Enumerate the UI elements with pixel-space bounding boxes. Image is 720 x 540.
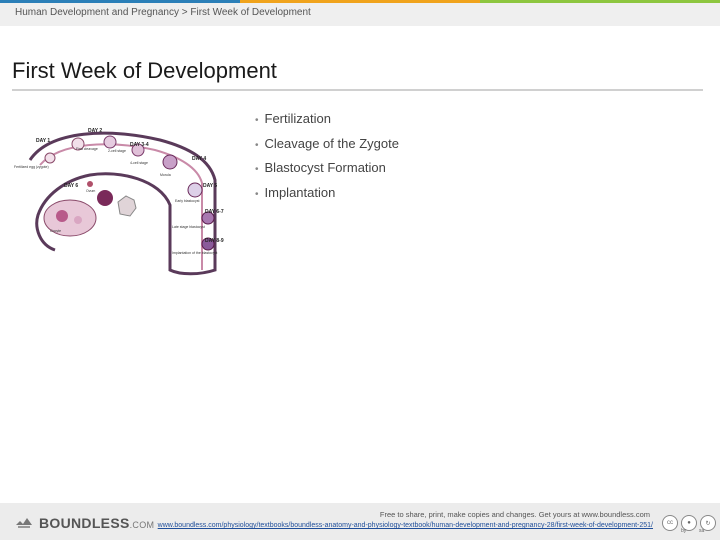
label-fertilized: Fertilized egg (zygote) [14,165,49,169]
header-stripe-green [480,0,720,3]
label-day6: DAY 6 [64,183,78,189]
label-day34: DAY 3-4 [130,142,149,148]
source-link[interactable]: www.boundless.com/physiology/textbooks/b… [133,521,653,531]
label-oocyte: Oocyte [50,229,61,233]
label-day67: DAY 6-7 [205,209,224,215]
label-morula: Morula [160,173,171,177]
bullet-text: Fertilization [264,111,331,126]
list-item: • Blastocyst Formation [255,158,399,183]
label-late-blastocyst: Late stage blastocyst [172,225,205,229]
label-day89: DAY 8-9 [205,238,224,244]
by-label: by [681,528,687,534]
label-implantation: Implantation of the blastocyst [172,251,217,255]
morula-cell [162,154,178,170]
label-ovum: Ovum [86,189,95,193]
breadcrumb: Human Development and Pregnancy > First … [15,7,311,18]
bullet-text: Blastocyst Formation [264,160,386,175]
first-week-diagram: DAY 1 DAY 2 DAY 3-4 DAY 4 DAY 5 DAY 6 DA… [14,128,224,276]
bullet-text: Implantation [264,184,336,200]
list-item: • Fertilization [255,109,399,134]
follicle-2 [74,216,82,224]
bullet-icon: • [255,139,259,151]
bullet-text: Cleavage of the Zygote [264,135,399,151]
label-day4: DAY 4 [192,156,206,162]
license-notice: Free to share, print, make copies and ch… [379,510,650,519]
label-day5: DAY 5 [203,183,217,189]
cc-icon: cc [662,515,678,531]
header-stripe-orange [240,0,480,3]
title-divider [12,89,703,91]
cc-license-badge[interactable]: cc ● ↻ by sa [662,515,716,534]
early-blastocyst-cell [187,182,203,198]
topic-list: • Fertilization • Cleavage of the Zygote •… [255,109,399,207]
bullet-icon: • [255,115,259,126]
oocyte-blob [117,195,137,217]
list-item: • Implantation [255,183,399,208]
sa-label: sa [699,528,705,534]
label-four-cell: 4-cell stage [130,161,148,165]
label-first-cleavage: First cleavage [76,147,98,151]
list-item: • Cleavage of the Zygote [255,134,399,159]
page-title: First Week of Development [12,58,277,83]
fertilized-egg-cell [44,152,56,164]
bullet-icon: • [255,188,259,200]
bullet-icon: • [255,164,259,175]
label-two-cell: 2-cell stage [108,149,126,153]
label-day1: DAY 1 [36,138,50,144]
follicle-1 [56,210,68,222]
two-cell-cell [103,135,117,149]
label-early-blastocyst: Early blastocyst [175,199,200,203]
header-stripe-blue [0,0,240,3]
free-blastocyst-cell [97,190,113,206]
header-bar: Human Development and Pregnancy > First … [0,0,720,26]
label-day2: DAY 2 [88,128,102,134]
sperm-cell [87,181,93,187]
boundless-logo-icon [16,518,32,528]
